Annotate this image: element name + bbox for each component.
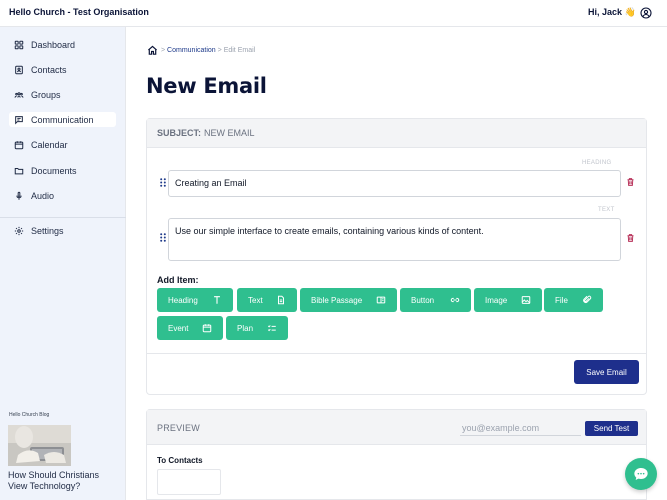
email-editor-card: Subject: New Email Heading Creating an E… [146,118,647,395]
add-heading-button[interactable]: Heading [157,288,233,312]
button-label: Bible Passage [311,295,363,305]
breadcrumb-sep: > [217,47,222,54]
button-label: Image [485,295,508,305]
document-icon [278,295,284,305]
sidebar-item-label: Dashboard [31,39,76,50]
drag-handle-icon[interactable] [160,233,166,242]
add-event-button[interactable]: Event [157,316,223,340]
chat-icon [634,468,648,480]
text-tag: Text [598,207,615,213]
message-icon [15,115,23,125]
preview-panel: Preview Send Test To Contacts [146,409,647,500]
sidebar-divider [0,217,126,218]
trash-icon[interactable] [626,177,635,187]
user-circle-icon[interactable] [640,7,652,19]
top-bar: Hello Church - Test Organisation Hi, Jac… [0,0,667,27]
blog-thumbnail[interactable] [8,425,71,466]
add-image-button[interactable]: Image [474,288,542,312]
subject-label: Subject: [157,128,202,138]
sidebar-item-label: Groups [31,89,61,100]
subject-header[interactable]: Subject: New Email [147,119,646,148]
page-title: New Email [146,74,267,98]
paperclip-icon [583,295,592,303]
add-button-button[interactable]: Button [400,288,471,312]
sidebar-item-calendar[interactable]: Calendar [9,137,116,152]
sidebar-item-label: Documents [31,165,77,176]
breadcrumb-current: Edit Email [223,47,256,54]
trash-icon[interactable] [626,233,635,243]
address-book-icon [15,65,23,74]
sidebar-item-label: Audio [31,190,55,201]
button-label: Plan [237,323,254,333]
home-icon[interactable] [147,45,158,56]
preview-header: Preview Send Test [147,410,646,445]
button-label: Heading [168,295,198,305]
sidebar-item-dashboard[interactable]: Dashboard [9,37,116,52]
sidebar-item-communication[interactable]: Communication [9,112,116,127]
to-contacts-label: To Contacts [157,456,203,465]
subject-value: New Email [204,128,255,138]
preview-title: Preview [157,423,200,433]
sidebar-item-settings[interactable]: Settings [9,223,116,238]
text-content-input[interactable]: Use our simple interface to create email… [168,218,621,261]
sidebar: Dashboard Contacts Groups Communication … [0,27,126,500]
breadcrumb-sep: > [161,47,166,54]
breadcrumb-communication-link[interactable]: Communication [167,47,216,54]
org-title: Hello Church - Test Organisation [9,7,149,17]
sidebar-item-label: Calendar [31,139,68,150]
add-file-button[interactable]: File [544,288,603,312]
calendar-icon [14,140,24,149]
button-label: Button [411,295,435,305]
add-item-label: Add Item: [157,275,199,285]
heading-tag: Heading [582,160,612,166]
chat-button[interactable] [625,458,657,490]
send-test-button[interactable]: Send Test [585,421,638,436]
save-email-button[interactable]: Save Email [574,360,639,384]
blog-title[interactable]: How Should Christians View Technology? [8,470,120,492]
breadcrumb: > Communication > Edit Email [161,47,255,54]
sidebar-item-label: Communication [31,114,94,125]
drag-handle-icon[interactable] [160,178,166,187]
sidebar-item-audio[interactable]: Audio [9,188,116,203]
card-divider [147,353,646,354]
link-icon [450,297,460,303]
add-bible-passage-button[interactable]: Bible Passage [300,288,397,312]
main-content: > Communication > Edit Email New Email S… [127,27,667,500]
calendar-icon [202,324,212,333]
heading-icon [214,296,220,304]
contacts-box[interactable] [157,469,221,495]
sidebar-item-documents[interactable]: Documents [9,163,116,178]
microphone-icon [16,191,22,200]
button-label: File [555,295,568,305]
sidebar-item-contacts[interactable]: Contacts [9,62,116,77]
blog-label: Hello Church Blog [9,412,50,418]
book-icon [376,296,386,304]
gear-icon [14,226,24,235]
heading-input[interactable]: Creating an Email [168,170,621,197]
sidebar-item-groups[interactable]: Groups [9,87,116,102]
folder-icon [14,167,24,174]
button-label: Text [248,295,263,305]
test-email-input[interactable] [460,421,581,436]
image-icon [521,296,531,304]
users-icon [14,91,24,98]
add-text-button[interactable]: Text [237,288,297,312]
checklist-icon [267,325,276,332]
grid-icon [14,40,24,49]
button-label: Event [168,323,189,333]
add-plan-button[interactable]: Plan [226,316,288,340]
user-greeting: Hi, Jack 👋 [588,7,636,17]
sidebar-item-label: Settings [31,225,64,236]
sidebar-item-label: Contacts [31,64,67,75]
